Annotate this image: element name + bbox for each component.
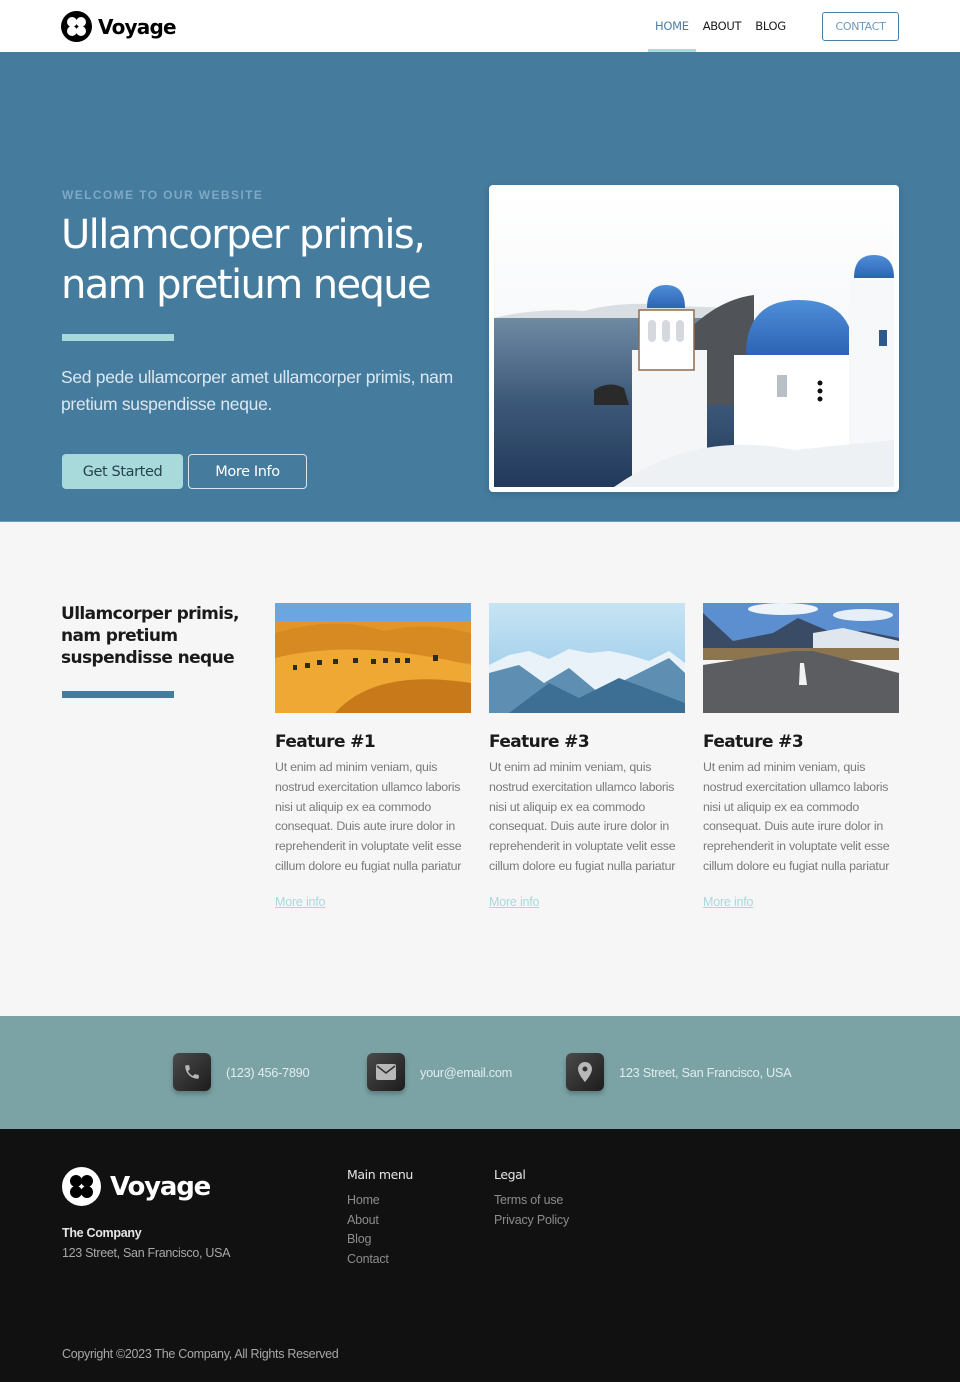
nav-link-home[interactable]: HOME bbox=[648, 0, 696, 52]
footer-legal-heading: Legal bbox=[494, 1167, 526, 1182]
footer-link-blog[interactable]: Blog bbox=[347, 1230, 413, 1250]
features-title: Ullamcorper primis, nam pretium suspendi… bbox=[61, 604, 239, 668]
four-petal-logo-icon bbox=[61, 11, 92, 42]
copyright: Copyright ©2023 The Company, All Rights … bbox=[62, 1347, 339, 1361]
nav-link-about[interactable]: ABOUT bbox=[696, 0, 749, 52]
feature-image-mountains bbox=[489, 603, 685, 713]
footer-link-home[interactable]: Home bbox=[347, 1191, 413, 1211]
features-section: Ullamcorper primis, nam pretium suspendi… bbox=[0, 522, 960, 1016]
company-name: The Company bbox=[62, 1226, 142, 1240]
brand-logo-link[interactable]: Voyage bbox=[61, 11, 177, 42]
feature-title: Feature #3 bbox=[703, 732, 804, 752]
feature-more-info-link[interactable]: More info bbox=[275, 895, 326, 909]
footer-brand-logo-link[interactable]: Voyage bbox=[62, 1167, 211, 1206]
contact-phone-text: (123) 456-7890 bbox=[226, 1064, 310, 1080]
features-accent-divider bbox=[62, 691, 174, 698]
footer: Voyage The Company 123 Street, San Franc… bbox=[0, 1129, 960, 1382]
navbar: Voyage HOME ABOUT BLOG CONTACT bbox=[0, 0, 960, 52]
footer-main-menu: Main menu Home About Blog Contact bbox=[347, 1167, 413, 1270]
feature-more-info-link[interactable]: More info bbox=[703, 895, 754, 909]
hero-eyebrow: WELCOME TO OUR WEBSITE bbox=[62, 188, 264, 202]
feature-card: Feature #3 Ut enim ad minim veniam, quis… bbox=[489, 603, 685, 911]
phone-icon bbox=[173, 1053, 211, 1091]
feature-image-road bbox=[703, 603, 899, 713]
feature-text: Ut enim ad minim veniam, quis nostrud ex… bbox=[489, 760, 676, 873]
map-pin-icon bbox=[566, 1053, 604, 1091]
footer-main-menu-heading: Main menu bbox=[347, 1167, 413, 1182]
footer-link-about[interactable]: About bbox=[347, 1211, 413, 1231]
feature-card: Feature #1 Ut enim ad minim veniam, quis… bbox=[275, 603, 471, 911]
contact-address[interactable]: 123 Street, San Francisco, USA bbox=[566, 1053, 792, 1091]
footer-link-privacy[interactable]: Privacy Policy bbox=[494, 1211, 569, 1231]
contact-email-text: your@email.com bbox=[420, 1064, 512, 1080]
feature-title: Feature #1 bbox=[275, 732, 376, 752]
contact-email[interactable]: your@email.com bbox=[367, 1053, 512, 1091]
contact-phone[interactable]: (123) 456-7890 bbox=[173, 1053, 310, 1091]
footer-link-contact[interactable]: Contact bbox=[347, 1250, 413, 1270]
feature-image-desert bbox=[275, 603, 471, 713]
contact-address-text: 123 Street, San Francisco, USA bbox=[619, 1064, 792, 1080]
footer-legal: Legal Terms of use Privacy Policy bbox=[494, 1167, 569, 1230]
hero-image bbox=[489, 185, 899, 492]
santorini-photo bbox=[494, 190, 894, 487]
contact-strip: (123) 456-7890 your@email.com 123 Street… bbox=[0, 1016, 960, 1129]
more-info-button[interactable]: More Info bbox=[188, 454, 307, 489]
hero-lead: Sed pede ullamcorper amet ullamcorper pr… bbox=[61, 367, 453, 414]
brand-name: Voyage bbox=[98, 14, 177, 39]
company-address: 123 Street, San Francisco, USA bbox=[62, 1246, 231, 1260]
hero-accent-divider bbox=[62, 334, 174, 341]
feature-title: Feature #3 bbox=[489, 732, 590, 752]
feature-more-info-link[interactable]: More info bbox=[489, 895, 540, 909]
hero-title: Ullamcorper primis, nam pretium neque bbox=[61, 212, 432, 308]
four-petal-logo-icon bbox=[62, 1167, 101, 1206]
contact-button[interactable]: CONTACT bbox=[822, 12, 899, 41]
main-nav: HOME ABOUT BLOG bbox=[648, 0, 793, 52]
hero-section: WELCOME TO OUR WEBSITE Ullamcorper primi… bbox=[0, 52, 960, 522]
get-started-button[interactable]: Get Started bbox=[62, 454, 183, 489]
footer-link-terms[interactable]: Terms of use bbox=[494, 1191, 569, 1211]
nav-link-blog[interactable]: BLOG bbox=[748, 0, 793, 52]
footer-brand-name: Voyage bbox=[110, 1171, 211, 1202]
feature-text: Ut enim ad minim veniam, quis nostrud ex… bbox=[703, 760, 890, 873]
feature-text: Ut enim ad minim veniam, quis nostrud ex… bbox=[275, 760, 462, 873]
envelope-icon bbox=[367, 1053, 405, 1091]
feature-card: Feature #3 Ut enim ad minim veniam, quis… bbox=[703, 603, 899, 911]
